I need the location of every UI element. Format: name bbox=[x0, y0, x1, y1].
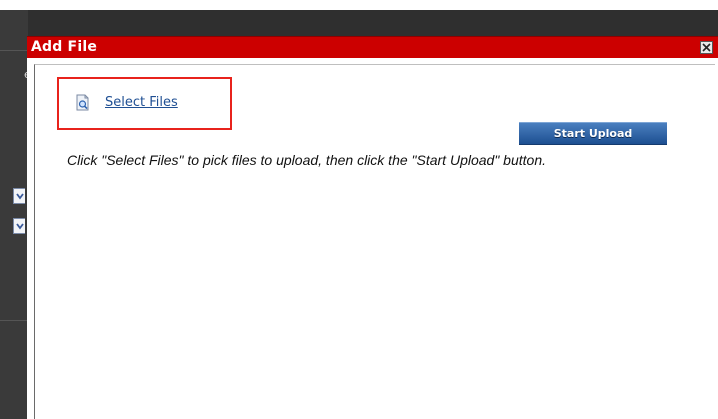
add-file-dialog: Add File Select Files Start Upload Click… bbox=[27, 36, 718, 419]
background-divider bbox=[0, 50, 28, 51]
chevron-down-icon bbox=[16, 223, 24, 230]
close-x-icon bbox=[702, 43, 711, 52]
background-divider bbox=[0, 320, 28, 321]
dialog-titlebar[interactable]: Add File bbox=[27, 36, 718, 58]
background-dropdown[interactable] bbox=[13, 218, 25, 234]
page-top-strip bbox=[0, 0, 718, 10]
instructions-text: Click "Select Files" to pick files to up… bbox=[67, 152, 546, 168]
close-button[interactable] bbox=[700, 41, 713, 54]
dialog-content: Select Files Start Upload Click "Select … bbox=[34, 64, 715, 419]
chevron-down-icon bbox=[16, 193, 24, 200]
dialog-title: Add File bbox=[31, 39, 98, 55]
select-files-label[interactable]: Select Files bbox=[105, 95, 178, 110]
start-upload-button[interactable]: Start Upload bbox=[519, 122, 667, 145]
document-search-icon bbox=[76, 94, 89, 111]
select-files-link[interactable]: Select Files bbox=[75, 94, 178, 111]
background-dropdown[interactable] bbox=[13, 188, 25, 204]
